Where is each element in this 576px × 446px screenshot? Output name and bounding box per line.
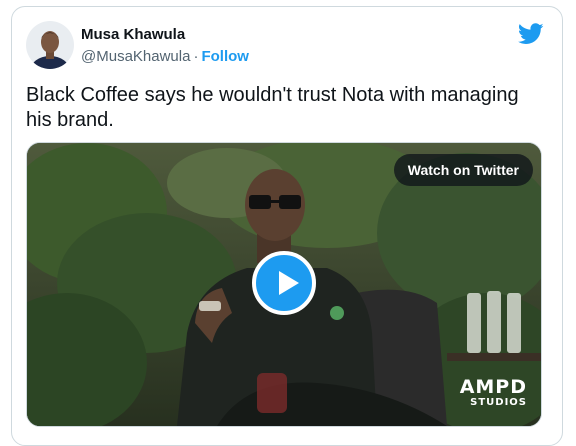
twitter-bird-icon[interactable] [517,23,544,45]
author-name[interactable]: Musa Khawula [81,26,185,44]
watermark-line2: STUDIOS [470,397,527,408]
follow-button[interactable]: Follow [201,48,249,65]
watermark-line1: AMPD [459,376,527,398]
tweet-text: Black Coffee says he wouldn't trust Nota… [26,84,519,131]
play-icon [279,271,299,295]
author-handle-row: @MusaKhawula · Follow [81,48,249,66]
separator-dot: · [193,48,199,65]
studio-watermark-logo: AMPD STUDIOS [459,376,527,409]
tweet-card[interactable]: Musa Khawula @MusaKhawula · Follow Black C… [11,6,563,446]
video-player[interactable]: Watch on Twitter AMPD STUDIOS [26,142,542,427]
play-button[interactable] [252,251,316,315]
watch-on-twitter-button[interactable]: Watch on Twitter [393,154,533,186]
author-handle[interactable]: @MusaKhawula [81,48,190,65]
avatar[interactable] [26,21,74,69]
